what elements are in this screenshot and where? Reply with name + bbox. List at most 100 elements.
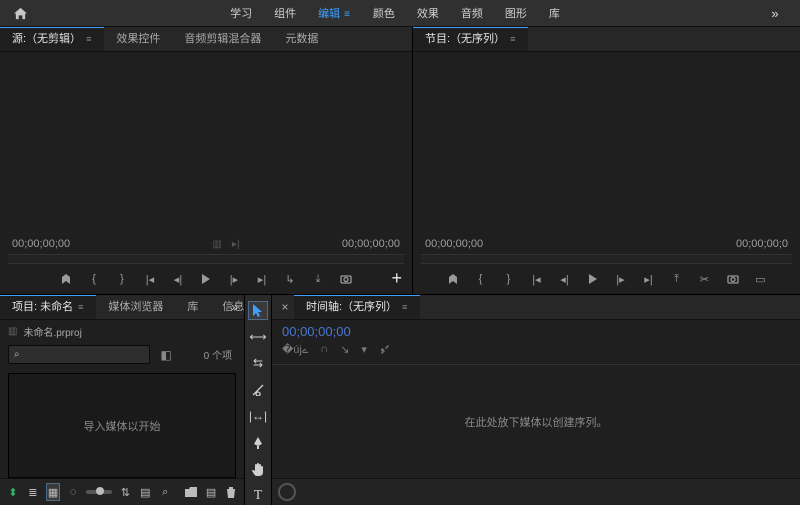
add-marker-button[interactable] (55, 269, 77, 289)
half-res-icon[interactable]: ▸| (232, 239, 240, 250)
workspace-tab-effects[interactable]: 效果 (417, 5, 439, 21)
program-transport: { } |◂ ◂| |▸ ▸| ⤒ ✂ ▭ (413, 264, 800, 294)
panel-menu-icon[interactable]: ≡ (86, 34, 92, 44)
freeform-view-button[interactable]: ◌ (66, 483, 80, 501)
tab-audio-clip-mixer[interactable]: 音频剪辑混合器 (172, 27, 273, 51)
project-search-row: ⌕ ◧ 0 个项 (0, 342, 244, 367)
step-fwd-button[interactable]: |▸ (610, 269, 632, 289)
lift-button[interactable]: ⤒ (666, 269, 688, 289)
program-tabs: 节目:（无序列）≡ (413, 27, 800, 52)
step-back-button[interactable]: ◂| (167, 269, 189, 289)
project-filter-button[interactable]: ◧ (156, 348, 176, 362)
mark-in-button[interactable]: { (470, 269, 492, 289)
project-file-name: 未命名.prproj (23, 324, 81, 339)
source-transport: { } |◂ ◂| |▸ ▸| ↳ ⤓ + (0, 264, 412, 294)
source-time-ruler[interactable] (8, 254, 404, 264)
ripple-edit-tool[interactable]: ⇆ (248, 354, 268, 372)
slip-tool[interactable]: |↔| (248, 407, 268, 425)
tab-effect-controls[interactable]: 效果控件 (104, 27, 172, 51)
workspace-tab-label: 编辑 (318, 8, 340, 20)
workspace-tab-editing[interactable]: 编辑≡ (318, 5, 351, 21)
workspace-bar: 学习 组件 编辑≡ 颜色 效果 音频 图形 库 » (0, 0, 800, 27)
pen-tool[interactable] (248, 434, 268, 452)
source-tc-out[interactable]: 00;00;00;00 (342, 238, 400, 250)
tab-timeline[interactable]: 时间轴:（无序列）≡ (294, 295, 420, 319)
source-tc-in[interactable]: 00;00;00;00 (12, 238, 70, 250)
tab-project[interactable]: 项目: 未命名≡ (0, 295, 96, 319)
go-to-in-button[interactable]: |◂ (526, 269, 548, 289)
delete-button[interactable] (224, 483, 238, 501)
tab-media-browser[interactable]: 媒体浏览器 (96, 295, 175, 319)
project-tabs: 项目: 未命名≡ 媒体浏览器 库 信息 » (0, 295, 244, 320)
timeline-dropzone[interactable]: 在此处放下媒体以创建序列。 (272, 365, 800, 478)
mark-out-button[interactable]: } (111, 269, 133, 289)
tab-program[interactable]: 节目:（无序列）≡ (413, 27, 528, 51)
list-view-button[interactable]: ≣ (26, 483, 40, 501)
sync-settings-icon[interactable] (278, 483, 296, 501)
automate-to-sequence-button[interactable]: ▤ (138, 483, 152, 501)
project-panel: 项目: 未命名≡ 媒体浏览器 库 信息 » ▥ 未命名.prproj ⌕ ◧ 0… (0, 295, 245, 505)
hand-tool[interactable] (248, 460, 268, 478)
play-button[interactable] (195, 269, 217, 289)
insert-button[interactable]: ↳ (279, 269, 301, 289)
timeline-settings-button[interactable] (379, 343, 391, 358)
panel-menu-icon[interactable]: ≡ (78, 302, 84, 312)
add-marker-button[interactable] (442, 269, 464, 289)
snap-toggle[interactable]: ∩ (320, 343, 328, 358)
home-button[interactable] (0, 0, 40, 26)
play-button[interactable] (582, 269, 604, 289)
mark-in-button[interactable]: { (83, 269, 105, 289)
icon-view-button[interactable]: ▦ (46, 483, 60, 501)
go-to-in-button[interactable]: |◂ (139, 269, 161, 289)
project-dropzone[interactable]: 导入媒体以开始 (8, 373, 236, 478)
fit-icon[interactable]: ▥ (212, 239, 221, 250)
sort-icons-button[interactable]: ⇅ (118, 483, 132, 501)
project-bottom-toolbar: ⬍ ≣ ▦ ◌ ⇅ ▤ ⌕ ▤ (0, 478, 244, 505)
program-tc-in[interactable]: 00;00;00;00 (425, 238, 483, 250)
extract-button[interactable]: ✂ (694, 269, 716, 289)
tab-libraries[interactable]: 库 (175, 295, 210, 319)
overwrite-button[interactable]: ⤓ (307, 269, 329, 289)
project-writable-icon[interactable]: ⬍ (6, 483, 20, 501)
step-fwd-button[interactable]: |▸ (223, 269, 245, 289)
linked-selection-toggle[interactable]: ↘ (340, 343, 349, 358)
workspace-tab-learn[interactable]: 学习 (230, 5, 252, 21)
close-panel-button[interactable]: × (272, 300, 294, 314)
project-item-count: 0 个项 (182, 347, 236, 362)
program-time-ruler[interactable] (421, 254, 792, 264)
project-tabs-overflow[interactable]: » (231, 295, 238, 319)
mark-out-button[interactable]: } (498, 269, 520, 289)
export-frame-button[interactable] (335, 269, 357, 289)
workspace-tab-graphics[interactable]: 图形 (505, 5, 527, 21)
program-tc-out[interactable]: 00;00;00;0 (736, 238, 788, 250)
razor-tool[interactable] (248, 381, 268, 399)
find-button[interactable]: ⌕ (158, 483, 172, 501)
panel-menu-icon[interactable]: ≡ (510, 34, 516, 44)
step-back-button[interactable]: ◂| (554, 269, 576, 289)
tab-metadata[interactable]: 元数据 (273, 27, 330, 51)
go-to-out-button[interactable]: ▸| (251, 269, 273, 289)
go-to-out-button[interactable]: ▸| (638, 269, 660, 289)
workspace-tab-assembly[interactable]: 组件 (274, 5, 296, 21)
comparison-view-button[interactable]: ▭ (750, 269, 772, 289)
tab-source[interactable]: 源:（无剪辑）≡ (0, 27, 104, 51)
button-editor-plus[interactable]: + (391, 268, 402, 289)
panel-menu-icon[interactable]: ≡ (402, 302, 408, 312)
sequence-nest-toggle[interactable]: �újے (282, 343, 308, 358)
workspace-overflow-button[interactable]: » (750, 6, 800, 21)
workspace-tab-audio[interactable]: 音频 (461, 5, 483, 21)
workspace-tab-color[interactable]: 颜色 (373, 5, 395, 21)
timeline-timecode[interactable]: 00;00;00;00 (272, 320, 800, 339)
export-frame-button[interactable] (722, 269, 744, 289)
new-bin-button[interactable] (184, 483, 198, 501)
timeline-drop-hint: 在此处放下媒体以创建序列。 (465, 414, 608, 430)
workspace-tab-libraries[interactable]: 库 (549, 5, 560, 21)
thumbnail-size-slider[interactable] (86, 490, 112, 494)
add-marker-button[interactable]: ▾ (361, 343, 367, 358)
project-drop-hint: 导入媒体以开始 (84, 418, 161, 434)
type-tool[interactable]: T (248, 487, 268, 505)
project-folder-icon: ▥ (8, 326, 17, 337)
project-search-input[interactable]: ⌕ (8, 345, 150, 364)
track-select-tool[interactable]: ⟷ (248, 328, 268, 346)
new-item-button[interactable]: ▤ (204, 483, 218, 501)
